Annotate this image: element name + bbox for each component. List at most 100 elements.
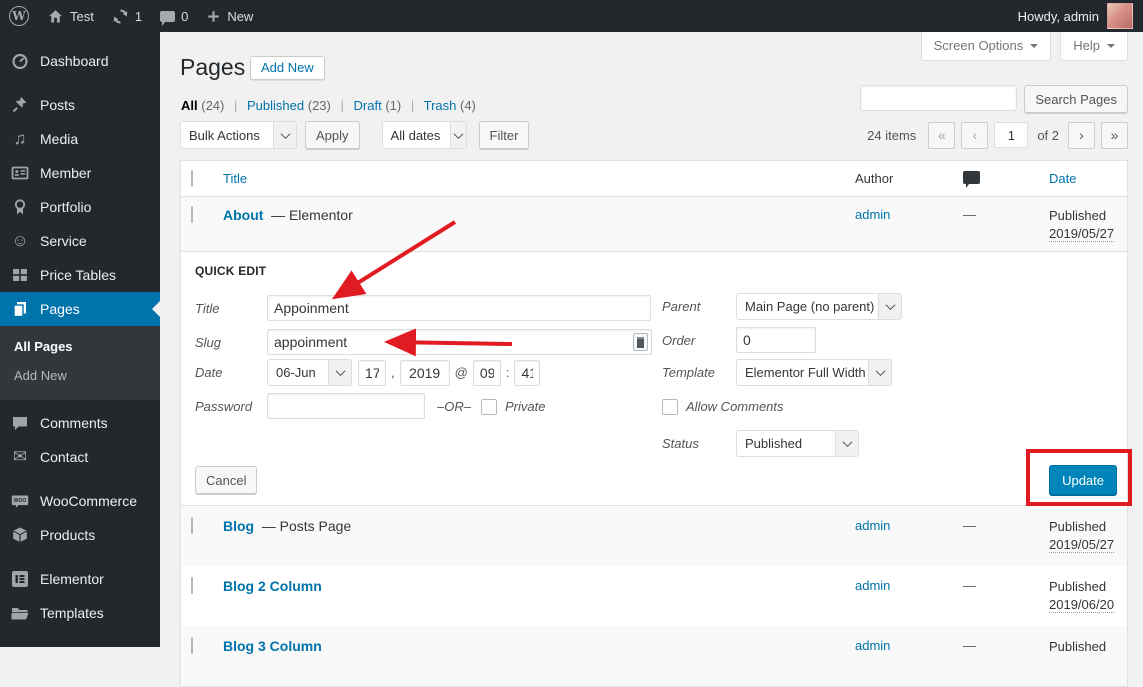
comment-count: 0 <box>181 8 189 24</box>
select-arrow-icon <box>868 360 891 385</box>
author-link[interactable]: admin <box>855 638 890 653</box>
sidebar-item-elementor[interactable]: Elementor <box>0 562 160 596</box>
search-pages-button[interactable]: Search Pages <box>1024 85 1128 113</box>
updates-icon <box>112 8 129 25</box>
current-page-input[interactable] <box>994 122 1029 148</box>
help-button[interactable]: Help <box>1060 32 1128 61</box>
month-select[interactable]: 06-Jun <box>267 359 352 386</box>
table-row: Blog — Posts Page admin — Published 2019… <box>181 506 1127 566</box>
sidebar-item-dashboard[interactable]: Dashboard <box>0 44 160 78</box>
award-ribbon-icon <box>10 197 30 217</box>
media-icon: ♫ <box>13 129 27 148</box>
sidebar-item-media[interactable]: ♫ Media <box>0 122 160 156</box>
slug-input[interactable] <box>267 329 652 355</box>
page-title-link[interactable]: About <box>223 207 263 223</box>
table-row: About — Elementor admin — Published 2019… <box>181 197 1127 251</box>
sidebar-item-templates[interactable]: Templates <box>0 596 160 630</box>
next-page-button[interactable]: › <box>1068 121 1095 149</box>
help-label: Help <box>1073 38 1100 53</box>
first-page-button[interactable]: « <box>928 121 956 149</box>
order-input[interactable] <box>736 327 816 353</box>
row-checkbox[interactable] <box>191 206 193 223</box>
sidebar-item-service[interactable]: ☺ Service <box>0 224 160 258</box>
posts-icon <box>10 95 30 115</box>
sidebar-item-price-tables[interactable]: Price Tables <box>0 258 160 292</box>
template-select[interactable]: Elementor Full Width <box>736 359 892 386</box>
sidebar-item-label: Service <box>40 233 87 249</box>
sidebar-item-products[interactable]: Products <box>0 518 160 552</box>
author-link[interactable]: admin <box>855 578 890 593</box>
allow-comments-checkbox[interactable] <box>662 399 678 415</box>
status-filter-links: All (24) | Published (23) | Draft (1) | … <box>181 98 476 113</box>
filter-trash[interactable]: Trash <box>424 98 457 113</box>
quick-edit-heading: QUICK EDIT <box>195 264 267 278</box>
new-menu[interactable]: New <box>197 0 262 32</box>
last-page-button[interactable]: » <box>1101 121 1128 149</box>
autofill-icon <box>633 333 648 351</box>
page-title-link[interactable]: Blog 2 Column <box>223 578 322 594</box>
cancel-button[interactable]: Cancel <box>195 466 258 494</box>
year-input[interactable] <box>399 359 450 386</box>
wordpress-logo-menu[interactable]: W <box>0 0 38 32</box>
quick-edit-panel: QUICK EDIT Title Slug Date 06-Jun <box>181 251 1127 506</box>
folder-icon <box>10 603 30 623</box>
status-field-label: Status <box>662 436 699 451</box>
updates-menu[interactable]: 1 <box>103 0 151 32</box>
plus-icon <box>206 9 221 24</box>
update-button[interactable]: Update <box>1049 465 1117 495</box>
password-input[interactable] <box>267 393 425 419</box>
add-new-button[interactable]: Add New <box>250 56 325 80</box>
day-input[interactable] <box>358 359 386 386</box>
row-checkbox[interactable] <box>191 637 193 654</box>
column-title[interactable]: Title <box>217 171 847 186</box>
screen-options-button[interactable]: Screen Options <box>920 32 1052 61</box>
sidebar-item-label: WooCommerce <box>40 493 137 509</box>
sidebar-item-all-pages[interactable]: All Pages <box>0 332 160 361</box>
avatar[interactable] <box>1107 3 1133 29</box>
comments-menu[interactable]: 0 <box>151 0 197 32</box>
parent-select[interactable]: Main Page (no parent) <box>736 293 902 320</box>
filter-draft[interactable]: Draft <box>354 98 382 113</box>
row-status: Published <box>1049 208 1107 223</box>
sidebar-item-woocommerce[interactable]: WOO WooCommerce <box>0 484 160 518</box>
author-link[interactable]: admin <box>855 518 890 533</box>
site-name-menu[interactable]: Test <box>38 0 103 32</box>
apply-button[interactable]: Apply <box>305 121 360 149</box>
pages-icon <box>10 299 30 319</box>
search-input[interactable] <box>860 85 1018 111</box>
filter-published[interactable]: Published <box>247 98 304 113</box>
filter-button[interactable]: Filter <box>478 121 530 149</box>
table-row: Blog 3 Column admin — Published <box>181 626 1127 686</box>
row-checkbox[interactable] <box>191 577 193 594</box>
sidebar-item-portfolio[interactable]: Portfolio <box>0 190 160 224</box>
comments-value: — <box>963 518 976 533</box>
prev-page-button[interactable]: ‹ <box>961 121 989 149</box>
sidebar-item-member[interactable]: Member <box>0 156 160 190</box>
status-select[interactable]: Published <box>736 430 859 457</box>
sidebar-item-contact[interactable]: ✉ Contact <box>0 440 160 474</box>
sidebar-item-add-new[interactable]: Add New <box>0 361 160 390</box>
hour-input[interactable] <box>472 359 501 386</box>
sidebar-item-label: Portfolio <box>40 199 92 215</box>
title-input[interactable] <box>267 295 651 321</box>
filter-all[interactable]: All <box>181 98 198 113</box>
sidebar-item-label: Posts <box>40 97 76 113</box>
sidebar-item-label: Elementor <box>40 571 104 587</box>
page-title-link[interactable]: Blog <box>223 518 254 534</box>
howdy-label[interactable]: Howdy, admin <box>1018 9 1099 24</box>
column-date[interactable]: Date <box>1041 171 1127 186</box>
author-link[interactable]: admin <box>855 207 890 222</box>
row-checkbox[interactable] <box>191 517 193 534</box>
page-title-link[interactable]: Blog 3 Column <box>223 638 322 654</box>
svg-text:WOO: WOO <box>14 498 27 504</box>
minute-input[interactable] <box>514 359 541 386</box>
private-checkbox[interactable] <box>480 398 497 415</box>
select-all-checkbox[interactable] <box>191 170 193 187</box>
sidebar-item-pages[interactable]: Pages <box>0 292 160 326</box>
sidebar-item-comments[interactable]: Comments <box>0 406 160 440</box>
sidebar-item-posts[interactable]: Posts <box>0 88 160 122</box>
row-status: Published <box>1049 639 1107 654</box>
bulk-actions-select[interactable]: Bulk Actions <box>180 121 297 149</box>
column-comments-icon[interactable] <box>963 170 980 188</box>
date-filter-select[interactable]: All dates <box>381 121 467 149</box>
